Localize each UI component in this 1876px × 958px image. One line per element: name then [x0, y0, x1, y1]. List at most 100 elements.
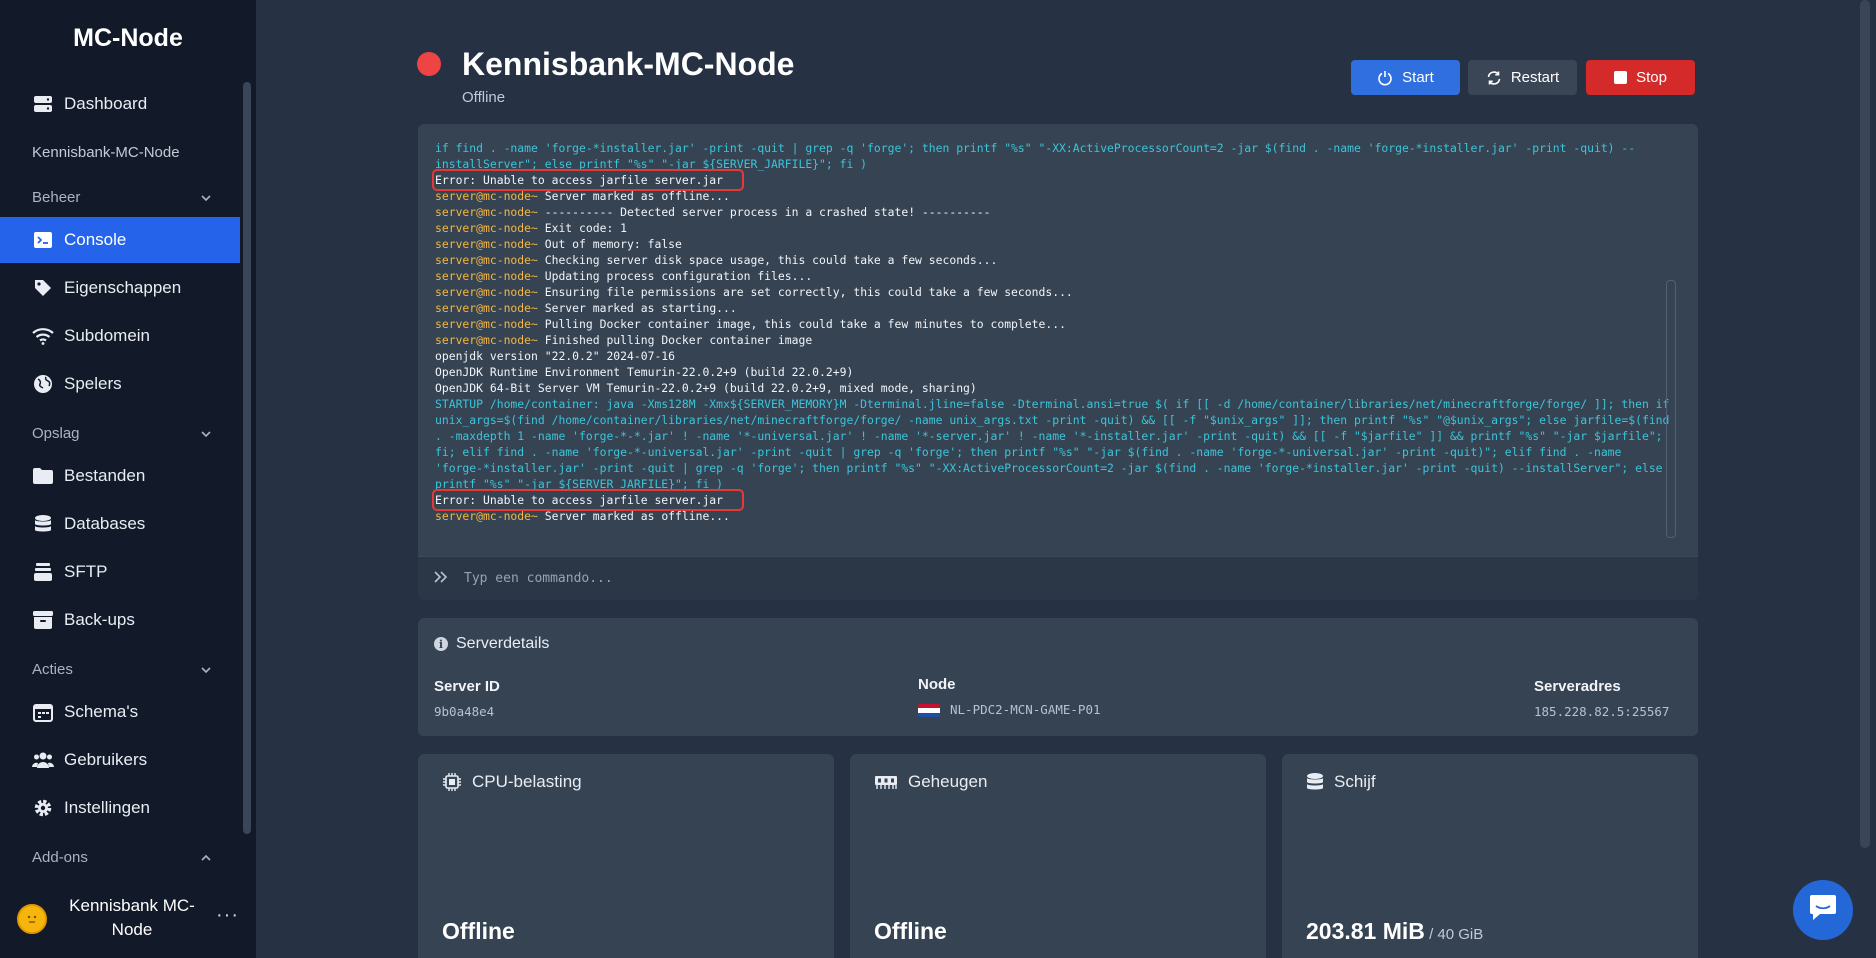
sidebar-item-label: Spelers	[64, 374, 122, 393]
details-title-text: Serverdetails	[456, 635, 550, 652]
disk-card: Schijf 203.81 MiB / 40 GiB	[1282, 754, 1698, 958]
stop-button-label: Stop	[1636, 69, 1667, 86]
users-icon	[32, 749, 54, 771]
page-scrollbar[interactable]	[1860, 0, 1870, 848]
sidebar-group-addons[interactable]: Add-ons	[32, 849, 212, 866]
sidebar-scrollbar[interactable]	[243, 82, 251, 834]
sidebar-item-databases[interactable]: Databases	[0, 501, 240, 547]
console-error-text: Error: Unable to access jarfile server.j…	[431, 169, 745, 191]
sidebar-item-label: Databases	[64, 514, 146, 533]
cpu-card-title: CPU-belasting	[442, 772, 582, 792]
console-message: Pulling Docker container image, this cou…	[537, 317, 1066, 331]
chevron-up-icon	[201, 854, 211, 861]
memory-card: Geheugen Offline	[850, 754, 1266, 958]
server-stack-icon	[32, 93, 54, 115]
disk-used: 203.81 MiB	[1306, 918, 1425, 944]
sidebar-item-label: Instellingen	[64, 798, 151, 817]
console-message: Updating process configuration files...	[537, 269, 813, 283]
console-line: server@mc-node~ Finished pulling Docker …	[435, 332, 1675, 348]
sidebar-item-subdomein[interactable]: Subdomein	[0, 313, 240, 359]
calendar-icon	[32, 701, 54, 723]
chevron-down-icon	[201, 430, 211, 437]
console-message: Finished pulling Docker container image	[537, 333, 813, 347]
console-message: openjdk version "22.0.2" 2024-07-16	[435, 349, 676, 363]
console-message: OpenJDK 64-Bit Server VM Temurin-22.0.2+…	[435, 381, 977, 395]
sidebar-server-name: Kennisbank-MC-Node	[32, 144, 180, 161]
command-bar	[418, 556, 1698, 600]
start-button-label: Start	[1402, 69, 1434, 86]
gear-icon	[32, 797, 54, 819]
disk-total: / 40 GiB	[1424, 926, 1484, 943]
server-details-title: i Serverdetails	[434, 635, 549, 653]
console-output[interactable]: if find . -name 'forge-*installer.jar' -…	[418, 124, 1698, 556]
sidebar-item-label: Eigenschappen	[64, 278, 182, 297]
memory-card-label: Geheugen	[908, 772, 988, 791]
stop-icon	[1614, 71, 1628, 84]
memory-card-title: Geheugen	[874, 772, 987, 792]
chevron-down-icon	[201, 666, 211, 673]
group-label: Acties	[32, 661, 73, 678]
group-label: Opslag	[32, 425, 80, 442]
database-icon	[32, 513, 54, 535]
console-line: Error: Unable to access jarfile server.j…	[431, 489, 1675, 511]
console-prompt: server@mc-node~	[435, 333, 538, 347]
archive-icon	[32, 609, 54, 631]
group-label: Add-ons	[32, 849, 88, 866]
server-status-text: Offline	[462, 89, 506, 106]
group-label: Beheer	[32, 189, 81, 206]
start-button[interactable]: Start	[1351, 60, 1460, 95]
command-input[interactable]	[464, 571, 1064, 586]
server-id-label: Server ID	[434, 678, 500, 695]
node-value: NL-PDC2-MCN-GAME-P01	[918, 702, 1101, 718]
console-prompt: server@mc-node~	[435, 221, 538, 235]
tag-icon	[32, 277, 54, 299]
sidebar-item-label: Bestanden	[64, 466, 146, 485]
sidebar-item-gebruikers[interactable]: Gebruikers	[0, 737, 240, 783]
more-options-icon[interactable]: ···	[216, 904, 239, 927]
sidebar-group-opslag[interactable]: Opslag	[32, 425, 212, 442]
sidebar-item-label: SFTP	[64, 562, 108, 581]
user-name: Kennisbank MC-Node	[69, 896, 195, 939]
stop-button[interactable]: Stop	[1586, 60, 1695, 95]
chat-button[interactable]	[1793, 880, 1853, 940]
sidebar-item-schemas[interactable]: Schema's	[0, 689, 240, 735]
info-icon: i	[434, 637, 448, 651]
disk-card-title: Schijf	[1306, 772, 1376, 792]
status-indicator	[417, 52, 441, 76]
sidebar-item-spelers[interactable]: Spelers	[0, 361, 240, 407]
sidebar: MC-Node Dashboard Kennisbank-MC-Node Beh…	[0, 0, 256, 958]
user-menu[interactable]: Kennisbank MC-Node ···	[0, 890, 256, 950]
sidebar-item-label: Gebruikers	[64, 750, 148, 769]
memory-value: Offline	[874, 918, 947, 944]
sidebar-item-backups[interactable]: Back-ups	[0, 597, 240, 643]
sidebar-item-instellingen[interactable]: Instellingen	[0, 785, 240, 831]
cpu-card: CPU-belasting Offline	[418, 754, 834, 958]
sidebar-item-sftp[interactable]: SFTP	[0, 549, 240, 595]
chat-bubble-icon	[1808, 894, 1838, 927]
sidebar-item-console[interactable]: Console	[0, 217, 240, 263]
sidebar-item-bestanden[interactable]: Bestanden	[0, 453, 240, 499]
page-title: Kennisbank-MC-Node	[462, 46, 795, 82]
server-address-label: Serveradres	[1534, 678, 1621, 695]
sidebar-group-beheer[interactable]: Beheer	[32, 189, 212, 206]
console-message: Checking server disk space usage, this c…	[537, 253, 998, 267]
server-address-value[interactable]: 185.228.82.5:25567	[1534, 704, 1669, 719]
console-prompt: server@mc-node~	[435, 317, 538, 331]
sidebar-item-dashboard[interactable]: Dashboard	[0, 81, 240, 127]
sidebar-item-eigenschappen[interactable]: Eigenschappen	[0, 265, 240, 311]
console-line: server@mc-node~ Exit code: 1	[435, 220, 1675, 236]
console-command-text: if find . -name 'forge-*installer.jar' -…	[435, 141, 1636, 171]
console-prompt: server@mc-node~	[435, 301, 538, 315]
stack-icon	[32, 561, 54, 583]
console-scrollbar[interactable]	[1666, 280, 1676, 538]
cpu-value: Offline	[442, 918, 515, 944]
wifi-icon	[32, 325, 54, 347]
terminal-icon	[32, 229, 54, 251]
console-prompt: server@mc-node~	[435, 285, 538, 299]
brand-logo[interactable]: MC-Node	[0, 24, 256, 53]
console-line: Error: Unable to access jarfile server.j…	[431, 169, 1675, 191]
restart-button-label: Restart	[1510, 69, 1560, 86]
sidebar-group-acties[interactable]: Acties	[32, 661, 212, 678]
console-line: server@mc-node~ Checking server disk spa…	[435, 252, 1675, 268]
restart-button[interactable]: Restart	[1468, 60, 1577, 95]
